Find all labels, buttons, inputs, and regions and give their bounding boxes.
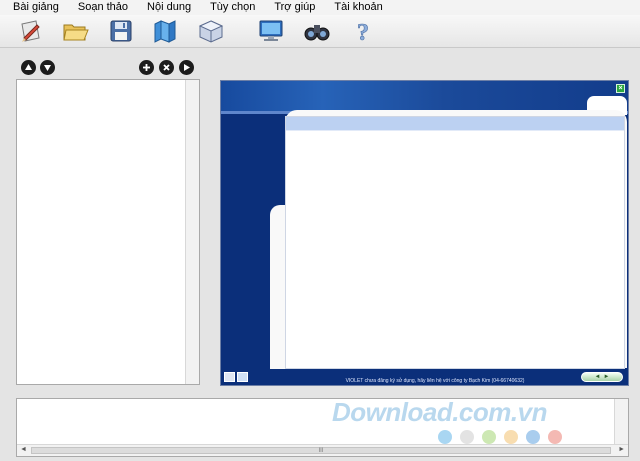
watermark-text: Download.com.vn <box>332 397 547 427</box>
preview-page-header-line <box>286 130 624 131</box>
preview-close-icon[interactable]: × <box>616 84 625 93</box>
preview-list-icon[interactable] <box>224 372 235 382</box>
preview-header-band <box>221 81 628 111</box>
next-button[interactable] <box>179 60 194 75</box>
watermark-dot <box>438 430 452 444</box>
menu-tuy-chon[interactable]: Tùy chọn <box>210 1 255 14</box>
library-button[interactable] <box>150 17 180 45</box>
cube-icon <box>198 20 224 43</box>
move-down-button[interactable] <box>40 60 55 75</box>
arrow-down-icon <box>44 65 51 71</box>
watermark-dots <box>438 430 562 444</box>
move-up-button[interactable] <box>21 60 36 75</box>
help-button[interactable]: ? <box>348 17 378 45</box>
arrow-up-icon <box>25 64 32 70</box>
open-folder-icon <box>63 24 89 41</box>
close-icon <box>163 64 170 71</box>
registration-notice: VIOLET chưa đăng ký sử dụng, hãy liên hệ… <box>345 378 525 384</box>
arrow-right-icon <box>184 64 190 71</box>
delete-button[interactable] <box>159 60 174 75</box>
menu-bar: Bài giảng Soạn thảo Nội dung Tùy chọn Tr… <box>0 0 640 15</box>
preview-page <box>285 116 625 369</box>
binoculars-icon <box>304 25 330 41</box>
new-lesson-button[interactable] <box>16 17 46 45</box>
scroll-left-icon[interactable]: ◄ <box>20 446 27 453</box>
open-button[interactable] <box>60 17 90 45</box>
books-icon <box>154 20 176 43</box>
scroll-right-icon[interactable]: ► <box>618 446 625 453</box>
help-question-icon: ? <box>357 20 370 44</box>
menu-tro-giup[interactable]: Trợ giúp <box>274 1 315 14</box>
save-button[interactable] <box>106 17 136 45</box>
menu-noi-dung[interactable]: Nội dung <box>147 1 191 14</box>
menu-soan-thao[interactable]: Soạn thảo <box>78 1 128 14</box>
menu-tai-khoan[interactable]: Tài khoản <box>334 1 382 14</box>
menu-bai-giang[interactable]: Bài giảng <box>13 1 59 14</box>
watermark-dot <box>526 430 540 444</box>
svg-text:?: ? <box>357 20 369 44</box>
preview-button[interactable] <box>256 17 286 45</box>
toolbar: ? <box>0 15 640 48</box>
scroll-thumb[interactable]: III <box>31 447 611 454</box>
next-slide-icon[interactable]: ► <box>604 374 610 380</box>
prev-slide-icon[interactable]: ◄ <box>595 374 601 380</box>
notes-vertical-scrollbar[interactable] <box>614 399 628 444</box>
pencil-paper-icon <box>21 20 40 42</box>
add-button[interactable] <box>139 60 154 75</box>
preview-nav-control[interactable]: ◄ ► <box>581 372 623 382</box>
plus-icon <box>143 64 150 71</box>
floppy-save-icon <box>110 20 132 42</box>
content-button[interactable] <box>196 17 226 45</box>
notes-horizontal-scrollbar[interactable]: ◄ III ► <box>17 444 628 456</box>
search-button[interactable] <box>302 17 332 45</box>
watermark-dot <box>548 430 562 444</box>
monitor-icon <box>259 20 283 41</box>
slide-list-panel[interactable] <box>16 79 200 385</box>
watermark-dot <box>482 430 496 444</box>
watermark-dot <box>460 430 474 444</box>
watermark-dot <box>504 430 518 444</box>
slide-preview: × VIOLET chưa đăng ký sử dụng, hãy liên … <box>220 80 629 386</box>
preview-screen-icon[interactable] <box>237 372 248 382</box>
scroll-grip-icon: III <box>318 447 324 454</box>
slide-list-scrollbar[interactable] <box>185 80 199 384</box>
preview-page-header <box>286 117 624 130</box>
